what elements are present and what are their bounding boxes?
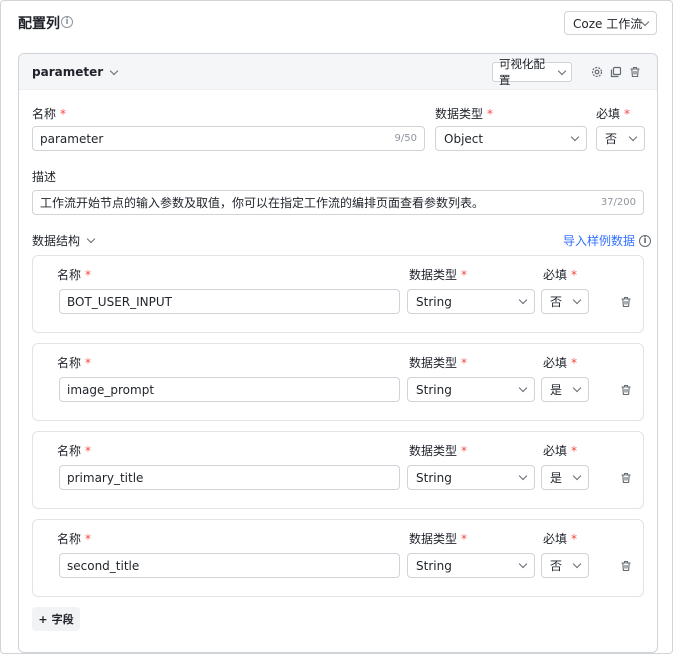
description-input[interactable]: 工作流开始节点的输入参数及取值，你可以在指定工作流的编排页面查看参数列表。 37… [32, 190, 644, 215]
field-required-label: 必填 * [543, 532, 578, 546]
chevron-down-icon [572, 295, 582, 305]
type-select[interactable]: Object [435, 126, 587, 151]
chevron-down-icon [518, 383, 528, 393]
copy-icon[interactable] [610, 66, 622, 78]
parameter-toggle[interactable]: parameter [32, 65, 119, 79]
field-type-label: 数据类型 * [409, 532, 468, 546]
view-mode-value: 可视化配置 [499, 57, 545, 87]
import-sample-link[interactable]: 导入样例数据 i [563, 232, 652, 249]
info-icon: i [639, 234, 652, 247]
field-name-input[interactable]: image_prompt [59, 377, 400, 402]
chevron-down-icon [518, 559, 528, 569]
field-required-select[interactable]: 否 [541, 553, 589, 578]
parameter-card-header: parameter 可视化配置 [19, 54, 657, 90]
chevron-down-icon [518, 471, 528, 481]
field-type-select[interactable]: String [407, 377, 535, 402]
info-icon[interactable]: i [61, 16, 73, 28]
required-select[interactable]: 否 [596, 126, 645, 151]
parameter-name: parameter [32, 65, 104, 79]
trash-icon[interactable] [620, 472, 632, 484]
name-char-count: 9/50 [394, 133, 417, 144]
field-type-label: 数据类型 * [409, 268, 468, 282]
required-label: 必填 * [596, 107, 631, 121]
field-card: 名称 * 数据类型 * 必填 * second_title String 否 [32, 519, 644, 597]
chevron-down-icon [628, 132, 638, 142]
name-input[interactable]: parameter 9/50 [32, 126, 425, 151]
field-card: 名称 * 数据类型 * 必填 * primary_title String 是 [32, 431, 644, 509]
chevron-down-icon [572, 471, 582, 481]
chevron-down-icon [572, 383, 582, 393]
source-select[interactable]: Coze 工作流 [564, 11, 657, 35]
field-card: 名称 * 数据类型 * 必填 * image_prompt String 是 [32, 343, 644, 421]
chevron-down-icon [518, 295, 528, 305]
field-type-select[interactable]: String [407, 553, 535, 578]
gear-icon[interactable] [591, 66, 603, 78]
field-required-label: 必填 * [543, 356, 578, 370]
type-label: 数据类型 * [435, 107, 494, 121]
trash-icon[interactable] [620, 296, 632, 308]
chevron-down-icon [572, 559, 582, 569]
field-required-label: 必填 * [543, 268, 578, 282]
field-name-label: 名称 * [57, 268, 92, 282]
view-mode-select[interactable]: 可视化配置 [492, 57, 572, 87]
name-label: 名称 * [32, 107, 67, 121]
app-frame: 配置列 i Coze 工作流 parameter 可视化配置 名称 * 数据类型… [0, 0, 673, 654]
field-name-label: 名称 * [57, 532, 92, 546]
description-label: 描述 [32, 170, 57, 184]
page-title: 配置列 [18, 16, 60, 32]
chevron-down-icon [86, 234, 96, 244]
trash-icon[interactable] [620, 560, 632, 572]
field-name-input[interactable]: primary_title [59, 465, 400, 490]
plus-icon: + [38, 612, 48, 626]
field-card: 名称 * 数据类型 * 必填 * BOT_USER_INPUT String 否 [32, 255, 644, 333]
field-name-label: 名称 * [57, 356, 92, 370]
chevron-down-icon [557, 66, 567, 75]
field-required-select[interactable]: 是 [541, 465, 589, 490]
trash-icon[interactable] [620, 384, 632, 396]
field-type-label: 数据类型 * [409, 444, 468, 458]
field-name-input[interactable]: BOT_USER_INPUT [59, 289, 400, 314]
trash-icon[interactable] [629, 66, 641, 78]
chevron-down-icon [640, 17, 650, 26]
field-name-input[interactable]: second_title [59, 553, 400, 578]
structure-toggle[interactable]: 数据结构 [32, 232, 96, 249]
field-required-label: 必填 * [543, 444, 578, 458]
add-field-button[interactable]: + 字段 [32, 607, 80, 631]
field-type-select[interactable]: String [407, 465, 535, 490]
field-type-select[interactable]: String [407, 289, 535, 314]
chevron-down-icon [109, 66, 119, 75]
source-select-value: Coze 工作流 [573, 16, 642, 31]
description-char-count: 37/200 [600, 197, 636, 208]
parameter-card: parameter 可视化配置 名称 * 数据类型 * 必填 * paramet… [18, 53, 658, 653]
field-type-label: 数据类型 * [409, 356, 468, 370]
field-required-select[interactable]: 否 [541, 289, 589, 314]
chevron-down-icon [570, 132, 580, 142]
field-name-label: 名称 * [57, 444, 92, 458]
field-required-select[interactable]: 是 [541, 377, 589, 402]
